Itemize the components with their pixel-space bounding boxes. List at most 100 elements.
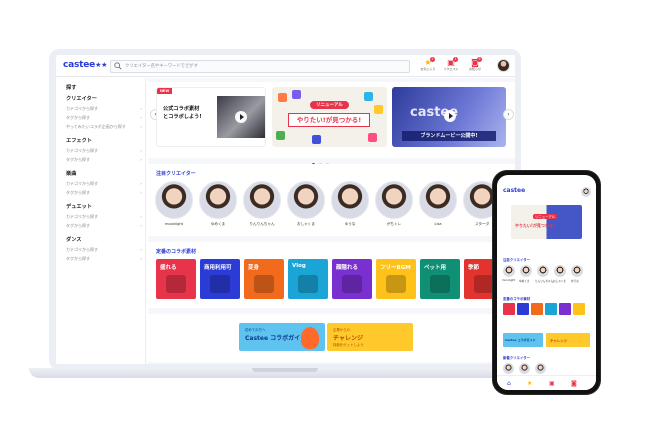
play-icon[interactable] bbox=[235, 111, 247, 123]
creator-card[interactable]: がちトレ bbox=[374, 181, 414, 227]
phone-material-tile[interactable] bbox=[545, 303, 557, 315]
phone-material-tile[interactable] bbox=[559, 303, 571, 315]
material-graphic bbox=[430, 275, 450, 293]
phone-material-tile[interactable] bbox=[531, 303, 543, 315]
sidebar-group-effect: エフェクト bbox=[66, 138, 92, 144]
challenge-banner[interactable]: 企業からの チャレンジ 特典をゲットしよう bbox=[327, 323, 413, 351]
chevron-right-icon: › bbox=[140, 256, 142, 261]
phone-tab-bar: ⌂ ★ ▣ ◙ bbox=[497, 375, 596, 390]
creator-card[interactable]: ゆめくま bbox=[198, 181, 238, 227]
chevron-right-icon: › bbox=[140, 115, 142, 120]
phone-material-tile[interactable] bbox=[517, 303, 529, 315]
tile-shape bbox=[368, 133, 377, 142]
phone-renewal-headline: やりたい!が見つかる! bbox=[515, 223, 555, 228]
carousel-slide-collab[interactable]: NEW 公式コラボ素材 とコラボしよう! bbox=[156, 87, 266, 147]
favorite-button[interactable]: ★ お気に入り 2 bbox=[418, 57, 438, 71]
creator-avatar bbox=[199, 181, 237, 219]
material-tile[interactable]: ペット用 bbox=[420, 259, 460, 299]
phone-new-creator-avatar[interactable] bbox=[519, 363, 530, 374]
phone-creator-avatar[interactable] bbox=[537, 265, 549, 277]
chevron-right-icon: › bbox=[140, 106, 142, 111]
chevron-right-icon: › bbox=[140, 148, 142, 153]
sidebar-item[interactable]: カテゴリから探す › bbox=[66, 247, 142, 253]
star-icon[interactable]: ★ bbox=[527, 380, 532, 387]
sidebar-item[interactable]: タグから探す › bbox=[66, 256, 142, 262]
material-label: 盛れる bbox=[160, 265, 177, 271]
phone-creator-avatar[interactable] bbox=[554, 265, 566, 277]
phone-guide-banner[interactable]: Castee コラボガイド bbox=[503, 333, 543, 347]
inbox-icon: ▣ bbox=[447, 58, 455, 67]
creator-card[interactable]: Lisa bbox=[418, 181, 458, 226]
creator-card[interactable]: おしゃくま bbox=[286, 181, 326, 227]
castee-logo[interactable]: castee★★ bbox=[63, 60, 107, 70]
sidebar-item[interactable]: タグから探す › bbox=[66, 157, 142, 163]
creator-avatar bbox=[243, 181, 281, 219]
phone-creator-avatar[interactable] bbox=[571, 265, 583, 277]
request-button[interactable]: ▣ リクエスト 1 bbox=[441, 57, 461, 71]
material-graphic bbox=[342, 275, 362, 293]
creator-name: おしゃくま bbox=[297, 222, 315, 226]
material-label: Vlog bbox=[292, 263, 306, 269]
creator-card[interactable]: moonlight bbox=[154, 181, 194, 226]
slide-title-line2: とコラボしよう! bbox=[163, 114, 202, 120]
featured-creators-title: 注目クリエイター bbox=[156, 171, 196, 177]
banner-subtitle: 特典をゲットしよう bbox=[333, 343, 364, 347]
sidebar-item[interactable]: カテゴリから探す › bbox=[66, 148, 142, 154]
tile-shape bbox=[364, 92, 373, 101]
device-mockup: castee★★ クリエイター名やキーワードでさがす ★ お気に入り 2 ▣ リ… bbox=[0, 0, 650, 434]
star-logo-icon: ★★ bbox=[95, 61, 108, 69]
phone-new-creator-avatar[interactable] bbox=[503, 363, 514, 374]
material-tile[interactable]: Vlog bbox=[288, 259, 328, 299]
search-input[interactable]: クリエイター名やキーワードでさがす bbox=[110, 60, 410, 73]
carousel-slide-renewal[interactable]: リニューアル やりたい!が見つかる! bbox=[272, 87, 387, 147]
phone-new-creator-avatar[interactable] bbox=[535, 363, 546, 374]
carousel-next-button[interactable]: › bbox=[503, 109, 514, 120]
creator-name: moonlight bbox=[164, 222, 184, 226]
phone-material-tile[interactable] bbox=[573, 303, 585, 315]
creator-card[interactable]: ゆうな bbox=[330, 181, 370, 227]
phone-creator-avatar[interactable] bbox=[520, 265, 532, 277]
bell-icon[interactable]: ◙ bbox=[571, 380, 577, 387]
phone-logo[interactable]: castee bbox=[503, 187, 525, 194]
request-label: リクエスト bbox=[443, 67, 459, 71]
material-label: 顔隠れる bbox=[336, 265, 359, 271]
material-tile[interactable]: フリーBGM bbox=[376, 259, 416, 299]
material-tile[interactable]: 顔隠れる bbox=[332, 259, 372, 299]
play-icon[interactable] bbox=[444, 110, 456, 122]
phone-challenge-banner[interactable]: チャレンジ bbox=[546, 333, 590, 347]
inbox-icon[interactable]: ▣ bbox=[549, 380, 555, 387]
sidebar-item[interactable]: タグから探す › bbox=[66, 223, 142, 229]
creator-card[interactable]: りんりんちゃん bbox=[242, 181, 282, 227]
new-badge: NEW bbox=[157, 88, 173, 94]
creator-name: Lisa bbox=[434, 222, 442, 226]
phone-banner-label: Castee コラボガイド bbox=[505, 338, 536, 342]
material-tile[interactable]: 変身 bbox=[244, 259, 284, 299]
chevron-right-icon: › bbox=[140, 190, 142, 195]
sidebar-item[interactable]: タグから探す › bbox=[66, 115, 142, 121]
sidebar-item[interactable]: カテゴリから探す › bbox=[66, 181, 142, 187]
collab-guide-banner[interactable]: 初めての方へ Castee コラボガイド bbox=[239, 323, 325, 351]
carousel-slide-brand-movie[interactable]: castee ブランドムービー公開中! bbox=[392, 87, 506, 147]
creator-name: がちトレ bbox=[386, 222, 402, 226]
sidebar-item[interactable]: カテゴリから探す › bbox=[66, 106, 142, 112]
material-label: 商用利用可 bbox=[204, 265, 232, 271]
sidebar-item[interactable]: やってみたいコラボ企画から探す › bbox=[66, 124, 142, 130]
renewal-pill: リニューアル bbox=[310, 101, 349, 109]
chevron-right-icon: › bbox=[140, 214, 142, 219]
sidebar-item[interactable]: カテゴリから探す › bbox=[66, 214, 142, 220]
phone-creator-avatar[interactable] bbox=[503, 265, 515, 277]
home-icon[interactable]: ⌂ bbox=[507, 380, 511, 387]
user-avatar[interactable] bbox=[497, 59, 510, 72]
favorite-badge: 2 bbox=[430, 57, 435, 62]
phone-hero-banner[interactable]: リニューアル やりたい!が見つかる! bbox=[511, 205, 582, 239]
creator-avatar bbox=[331, 181, 369, 219]
mascot-icon bbox=[301, 327, 319, 349]
notice-button[interactable]: ◙ お知らせ 5 bbox=[465, 57, 485, 71]
phone-screen: castee リニューアル やりたい!が見つかる! 注目クリエイター moonl… bbox=[497, 175, 596, 390]
material-tile[interactable]: 盛れる bbox=[156, 259, 196, 299]
phone-material-tile[interactable] bbox=[503, 303, 515, 315]
sidebar-item[interactable]: タグから探す › bbox=[66, 190, 142, 196]
featured-creators-section: 注目クリエイター moonlight ゆめくま りんりんちゃん おしゃくま ゆう… bbox=[148, 164, 515, 236]
phone-avatar[interactable] bbox=[581, 187, 591, 197]
material-tile[interactable]: 商用利用可 bbox=[200, 259, 240, 299]
